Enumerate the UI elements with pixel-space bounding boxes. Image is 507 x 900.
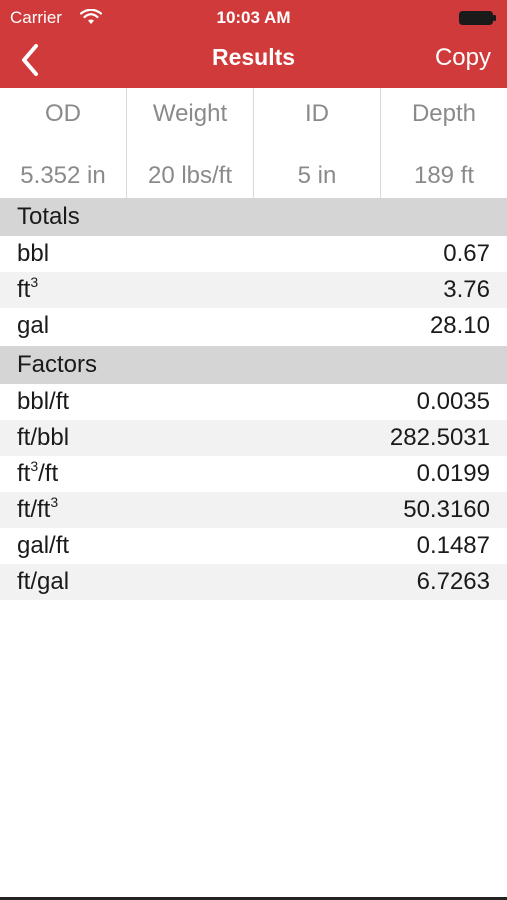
row-value: 50.3160: [403, 496, 490, 523]
list-item: ft/bbl 282.5031: [0, 420, 507, 456]
row-label: ft3/ft: [17, 458, 59, 487]
param-label: ID: [305, 100, 329, 127]
navigation-bar: Results Copy: [0, 36, 507, 88]
list-item: ft/ft3 50.3160: [0, 492, 507, 528]
param-label: Weight: [152, 100, 228, 127]
app-header: Carrier 10:03 AM Results Copy: [0, 0, 507, 88]
param-label: OD: [45, 100, 81, 127]
param-value: 5.352 in: [20, 162, 106, 189]
row-label: ft/gal: [17, 568, 70, 595]
input-parameters: OD 5.352 in Weight 20 lbs/ft ID 5 in Dep…: [0, 88, 507, 198]
param-weight[interactable]: Weight 20 lbs/ft: [126, 88, 253, 198]
row-label: bbl: [17, 240, 50, 267]
row-label: ft3: [17, 274, 39, 303]
param-value: 5 in: [297, 162, 337, 189]
row-value: 3.76: [443, 276, 490, 303]
list-item: ft/gal 6.7263: [0, 564, 507, 600]
row-value: 0.67: [443, 240, 490, 267]
param-id[interactable]: ID 5 in: [253, 88, 380, 198]
row-value: 6.7263: [416, 568, 490, 595]
list-item: ft3/ft 0.0199: [0, 456, 507, 492]
status-time: 10:03 AM: [216, 8, 291, 27]
list-item: ft3 3.76: [0, 272, 507, 308]
param-label: Depth: [411, 100, 477, 127]
factors-section-header: Factors: [0, 346, 507, 384]
row-label: bbl/ft: [17, 388, 70, 415]
row-label: ft/bbl: [17, 424, 70, 451]
row-label: ft/ft3: [17, 494, 59, 523]
row-value: 282.5031: [389, 424, 490, 451]
row-label: gal: [17, 312, 50, 339]
row-value: 0.0199: [416, 460, 490, 487]
param-value: 20 lbs/ft: [147, 162, 233, 189]
list-item: gal 28.10: [0, 308, 507, 344]
totals-section-header: Totals: [0, 198, 507, 236]
row-label: gal/ft: [17, 532, 70, 559]
list-item: bbl/ft 0.0035: [0, 384, 507, 420]
row-value: 28.10: [429, 312, 490, 339]
list-item: gal/ft 0.1487: [0, 528, 507, 564]
row-value: 0.1487: [416, 532, 490, 559]
row-value: 0.0035: [416, 388, 490, 415]
page-title: Results: [211, 44, 296, 70]
battery-icon: [459, 11, 496, 25]
list-item: bbl 0.67: [0, 236, 507, 272]
param-value: 189 ft: [413, 162, 475, 189]
copy-button[interactable]: Copy: [435, 44, 491, 72]
status-bar: Carrier 10:03 AM: [0, 0, 507, 36]
param-depth[interactable]: Depth 189 ft: [380, 88, 507, 198]
param-od[interactable]: OD 5.352 in: [0, 88, 126, 198]
